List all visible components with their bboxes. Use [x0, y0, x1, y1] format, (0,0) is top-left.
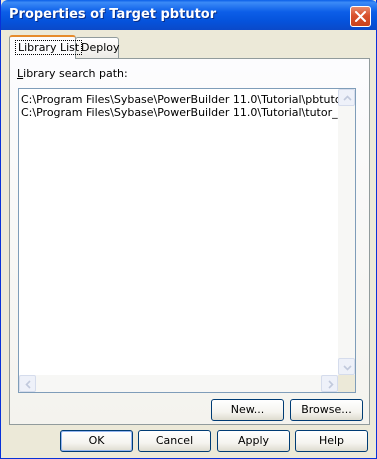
close-icon — [355, 11, 366, 22]
apply-button[interactable]: Apply — [217, 430, 290, 452]
chevron-right-icon — [328, 380, 334, 389]
label-text: ibrary search path: — [23, 67, 128, 80]
vertical-scrollbar[interactable] — [338, 89, 355, 375]
library-search-path-label: Library search path: — [17, 67, 128, 80]
scroll-down-button[interactable] — [338, 358, 355, 375]
ok-button[interactable]: OK — [60, 430, 133, 452]
close-button[interactable] — [350, 6, 371, 27]
horizontal-scrollbar[interactable] — [19, 375, 338, 392]
scroll-right-button[interactable] — [321, 375, 338, 392]
chevron-down-icon — [343, 365, 352, 371]
chevron-left-icon — [25, 380, 31, 389]
cancel-button[interactable]: Cancel — [138, 430, 211, 452]
title-bar[interactable]: Properties of Target pbtutor — [1, 0, 377, 30]
tab-library-list-label: Library List — [15, 40, 83, 55]
list-item[interactable]: C:\Program Files\Sybase\PowerBuilder 11.… — [21, 93, 355, 106]
window-title: Properties of Target pbtutor — [9, 7, 217, 22]
properties-dialog: Properties of Target pbtutor Library Lis… — [0, 0, 377, 459]
chevron-up-icon — [343, 95, 352, 101]
new-library-button[interactable]: New... — [211, 399, 284, 421]
scrollbar-corner — [338, 375, 355, 392]
help-button[interactable]: Help — [295, 430, 368, 452]
list-item[interactable]: C:\Program Files\Sybase\PowerBuilder 11.… — [21, 106, 355, 119]
library-path-list[interactable]: C:\Program Files\Sybase\PowerBuilder 11.… — [18, 88, 356, 393]
scroll-up-button[interactable] — [338, 89, 355, 106]
browse-button[interactable]: Browse... — [290, 399, 363, 421]
tab-library-list[interactable]: Library List — [9, 35, 83, 59]
scroll-left-button[interactable] — [19, 375, 36, 392]
tab-deploy-label: Deploy — [81, 41, 120, 54]
library-list-panel: Library search path: C:\Program Files\Sy… — [9, 58, 370, 425]
